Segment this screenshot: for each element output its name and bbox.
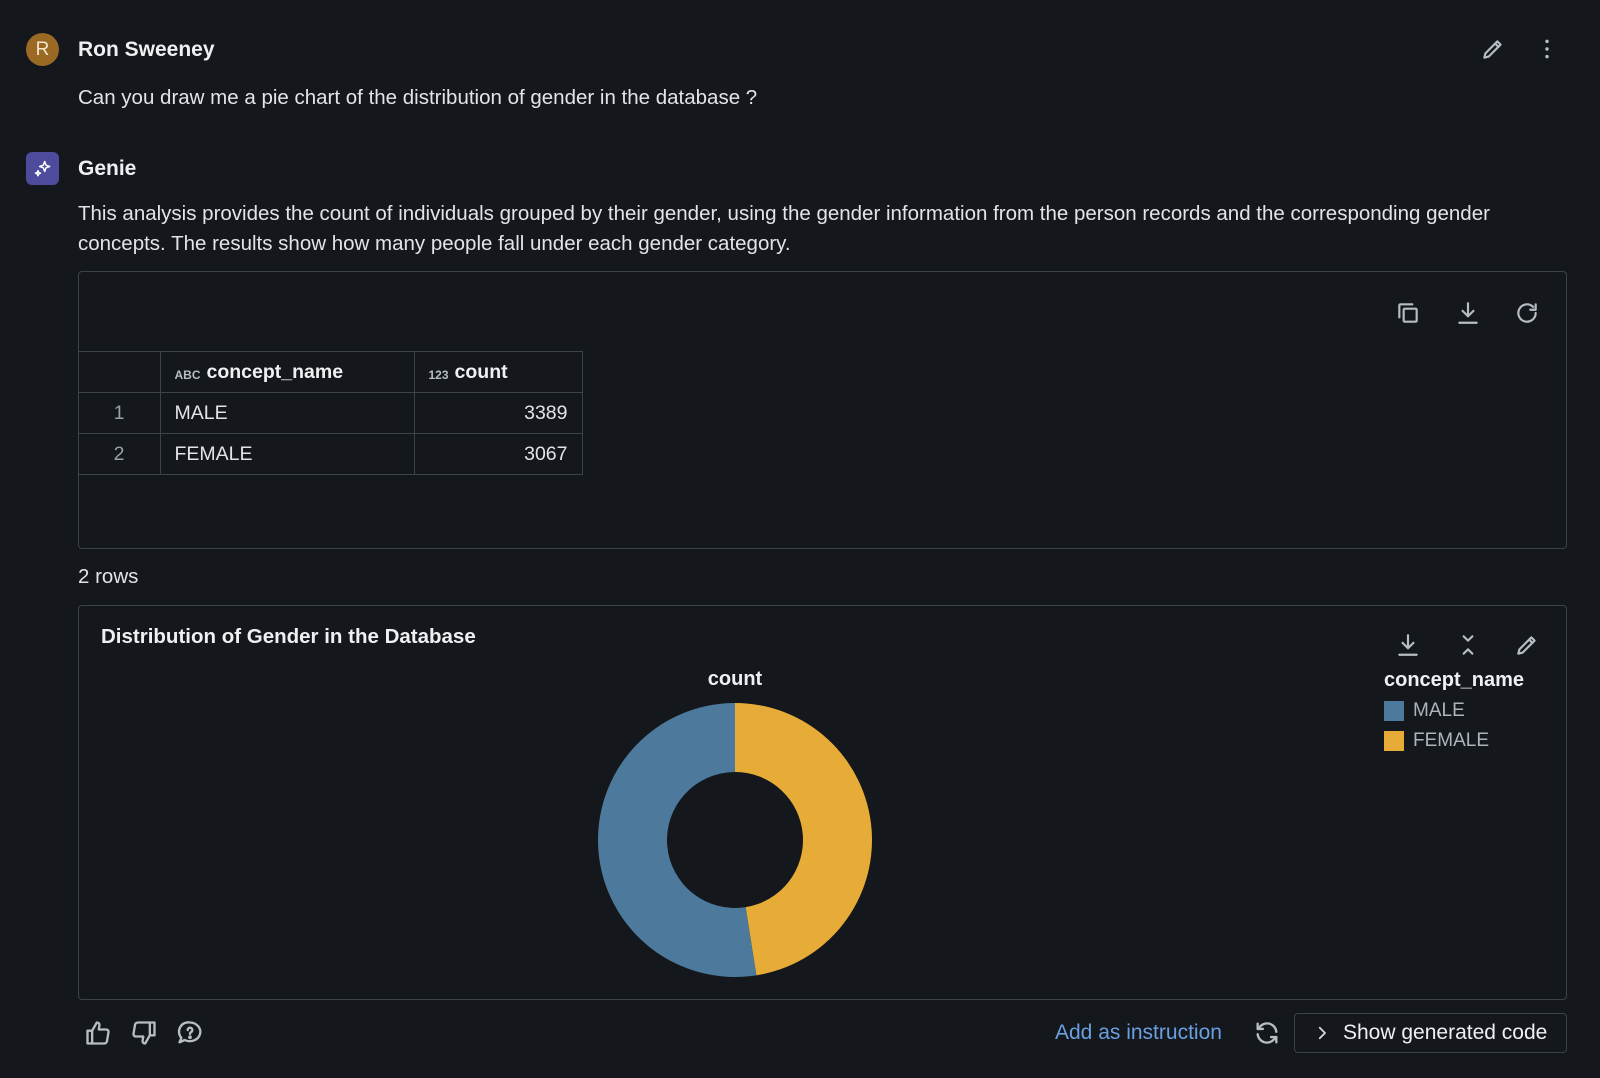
edit-message-button[interactable]	[1476, 32, 1510, 66]
column-header-label: concept_name	[206, 360, 344, 383]
table-row: 1 MALE 3389	[77, 392, 583, 434]
series-title: count	[708, 668, 763, 690]
genie-message-text: This analysis provides the count of indi…	[78, 202, 1490, 255]
legend-swatch	[1384, 701, 1404, 721]
show-generated-code-button[interactable]: Show generated code	[1294, 1013, 1567, 1053]
thumbs-down-button[interactable]	[127, 1016, 161, 1050]
table-row: 2 FEMALE 3067	[77, 433, 583, 475]
number-type-icon: 123	[428, 367, 449, 382]
refresh-icon	[1517, 303, 1537, 323]
ask-question-button[interactable]	[173, 1016, 207, 1050]
column-header-concept-name[interactable]: ABC concept_name	[159, 351, 415, 393]
result-table-panel: ABC concept_name 123 count 1 MALE 3389 2 F…	[77, 271, 1567, 549]
legend-items: MALE FEMALE	[1384, 696, 1524, 756]
chart-panel: Distribution of Gender in the Database c…	[78, 605, 1567, 1000]
cell-count: 3067	[413, 433, 583, 475]
add-as-instruction-link[interactable]: Add as instruction	[1055, 1021, 1222, 1045]
row-index: 2	[77, 433, 161, 475]
genie-name: Genie	[78, 157, 137, 180]
user-name: Ron Sweeney	[78, 38, 215, 61]
result-table: ABC concept_name 123 count 1 MALE 3389 2 F…	[77, 351, 583, 475]
cell-concept-name: FEMALE	[159, 433, 415, 475]
download-icon	[1458, 302, 1478, 324]
string-type-icon: ABC	[174, 367, 201, 382]
column-header-label: count	[454, 360, 508, 383]
more-options-button[interactable]	[1530, 32, 1564, 66]
pie-slice-female[interactable]	[735, 703, 872, 976]
pie-chart: count	[598, 668, 872, 977]
legend-label: MALE	[1413, 700, 1465, 721]
pencil-icon	[1483, 40, 1502, 59]
pie-slices	[598, 703, 872, 977]
chevron-right-icon	[1318, 1026, 1326, 1040]
legend-label: FEMALE	[1413, 730, 1490, 751]
cell-concept-name: MALE	[159, 392, 415, 434]
kebab-menu-icon	[1545, 39, 1549, 59]
show-code-label: Show generated code	[1343, 1021, 1548, 1044]
thumbs-up-icon	[86, 1021, 110, 1045]
refresh-button[interactable]	[1510, 296, 1544, 330]
user-avatar: R	[26, 33, 59, 66]
table-header-row: ABC concept_name 123 count	[77, 351, 583, 393]
regenerate-button[interactable]	[1250, 1016, 1284, 1050]
legend-swatch	[1384, 731, 1404, 751]
copy-icon	[1398, 303, 1418, 323]
download-table-button[interactable]	[1451, 296, 1485, 330]
chart-legend: concept_name MALE FEMALE	[1384, 669, 1524, 756]
legend-item-female[interactable]: FEMALE	[1384, 726, 1524, 756]
genie-avatar	[26, 152, 59, 185]
legend-item-male[interactable]: MALE	[1384, 696, 1524, 726]
pie-slice-male[interactable]	[598, 703, 757, 977]
legend-title: concept_name	[1384, 669, 1525, 691]
sparkle-icon	[34, 160, 50, 176]
cell-count: 3389	[413, 392, 583, 434]
column-header-count[interactable]: 123 count	[413, 351, 583, 393]
question-bubble-icon	[177, 1021, 202, 1044]
row-index: 1	[77, 392, 161, 434]
index-column-header	[77, 351, 161, 393]
copy-button[interactable]	[1391, 296, 1425, 330]
user-message-text: Can you draw me a pie chart of the distr…	[78, 86, 758, 109]
thumbs-up-button[interactable]	[81, 1016, 115, 1050]
sync-icon	[1256, 1022, 1278, 1044]
row-count-label: 2 rows	[78, 565, 139, 588]
thumbs-down-icon	[132, 1021, 156, 1045]
